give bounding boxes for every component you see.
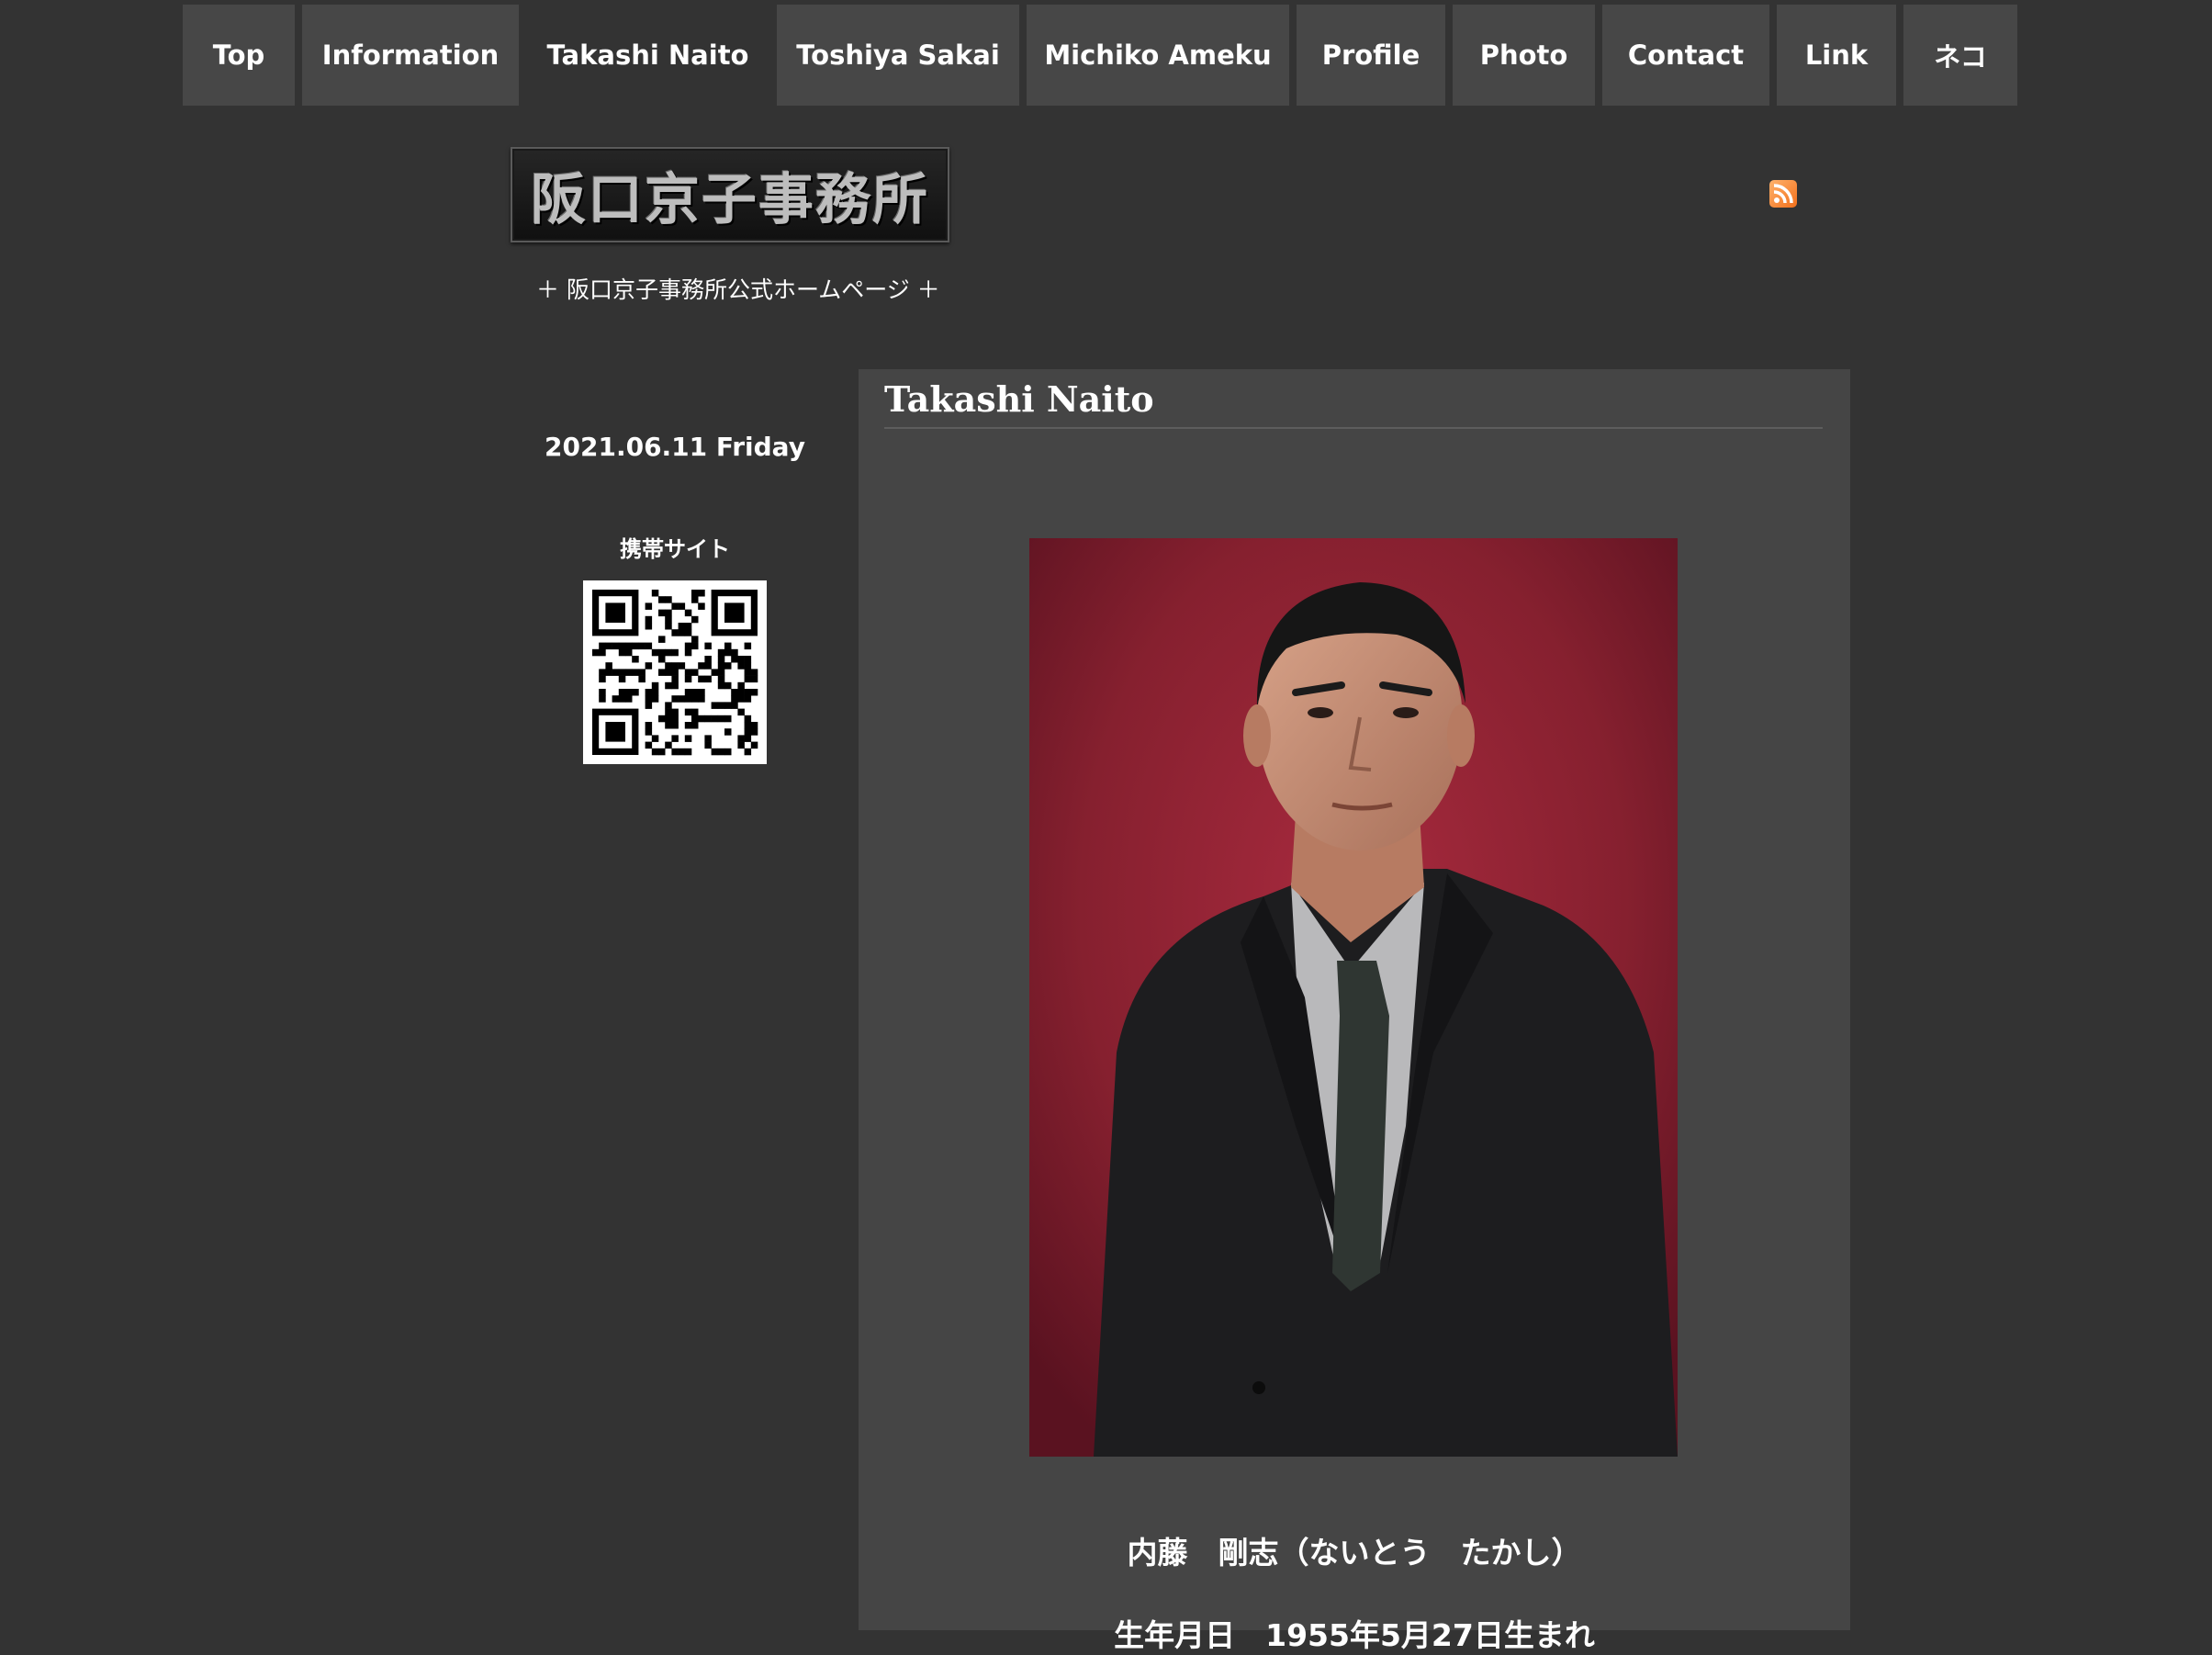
rss-feed-icon[interactable] [1769, 180, 1797, 208]
nav-item-profile[interactable]: Profile [1297, 5, 1445, 106]
main-navigation: Top Information Takashi Naito Toshiya Sa… [183, 5, 2017, 106]
person-birthdate: 生年月日 1955年5月27日生まれ [1114, 1617, 1595, 1653]
page-title: Takashi Naito [884, 378, 1823, 429]
current-date: 2021.06.11 Friday [545, 432, 805, 462]
site-logo[interactable]: 阪口京子事務所 [511, 147, 949, 242]
nav-item-toshiya-sakai[interactable]: Toshiya Sakai [777, 5, 1019, 106]
nav-item-photo[interactable]: Photo [1453, 5, 1595, 106]
nav-item-top[interactable]: Top [183, 5, 295, 106]
portrait-photo [1029, 538, 1678, 1457]
nav-item-michiko-ameku[interactable]: Michiko Ameku [1027, 5, 1289, 106]
person-name: 内藤 剛志（ないとう たかし） [1127, 1535, 1582, 1571]
nav-item-link[interactable]: Link [1777, 5, 1896, 106]
nav-item-contact[interactable]: Contact [1602, 5, 1769, 106]
site-logo-text: 阪口京子事務所 [531, 167, 929, 232]
nav-item-takashi-naito[interactable]: Takashi Naito [526, 5, 769, 106]
nav-item-information[interactable]: Information [302, 5, 519, 106]
mobile-site-heading: 携帯サイト [620, 536, 730, 562]
profile-panel: Takashi Naito 内藤 剛志（ないとう たかし） 生年月日 1955年… [859, 369, 1850, 1653]
site-tagline: ＋ 阪口京子事務所公式ホームページ ＋ [536, 276, 940, 303]
nav-item-neko[interactable]: ネコ [1903, 5, 2017, 106]
qr-code-icon [583, 580, 767, 764]
